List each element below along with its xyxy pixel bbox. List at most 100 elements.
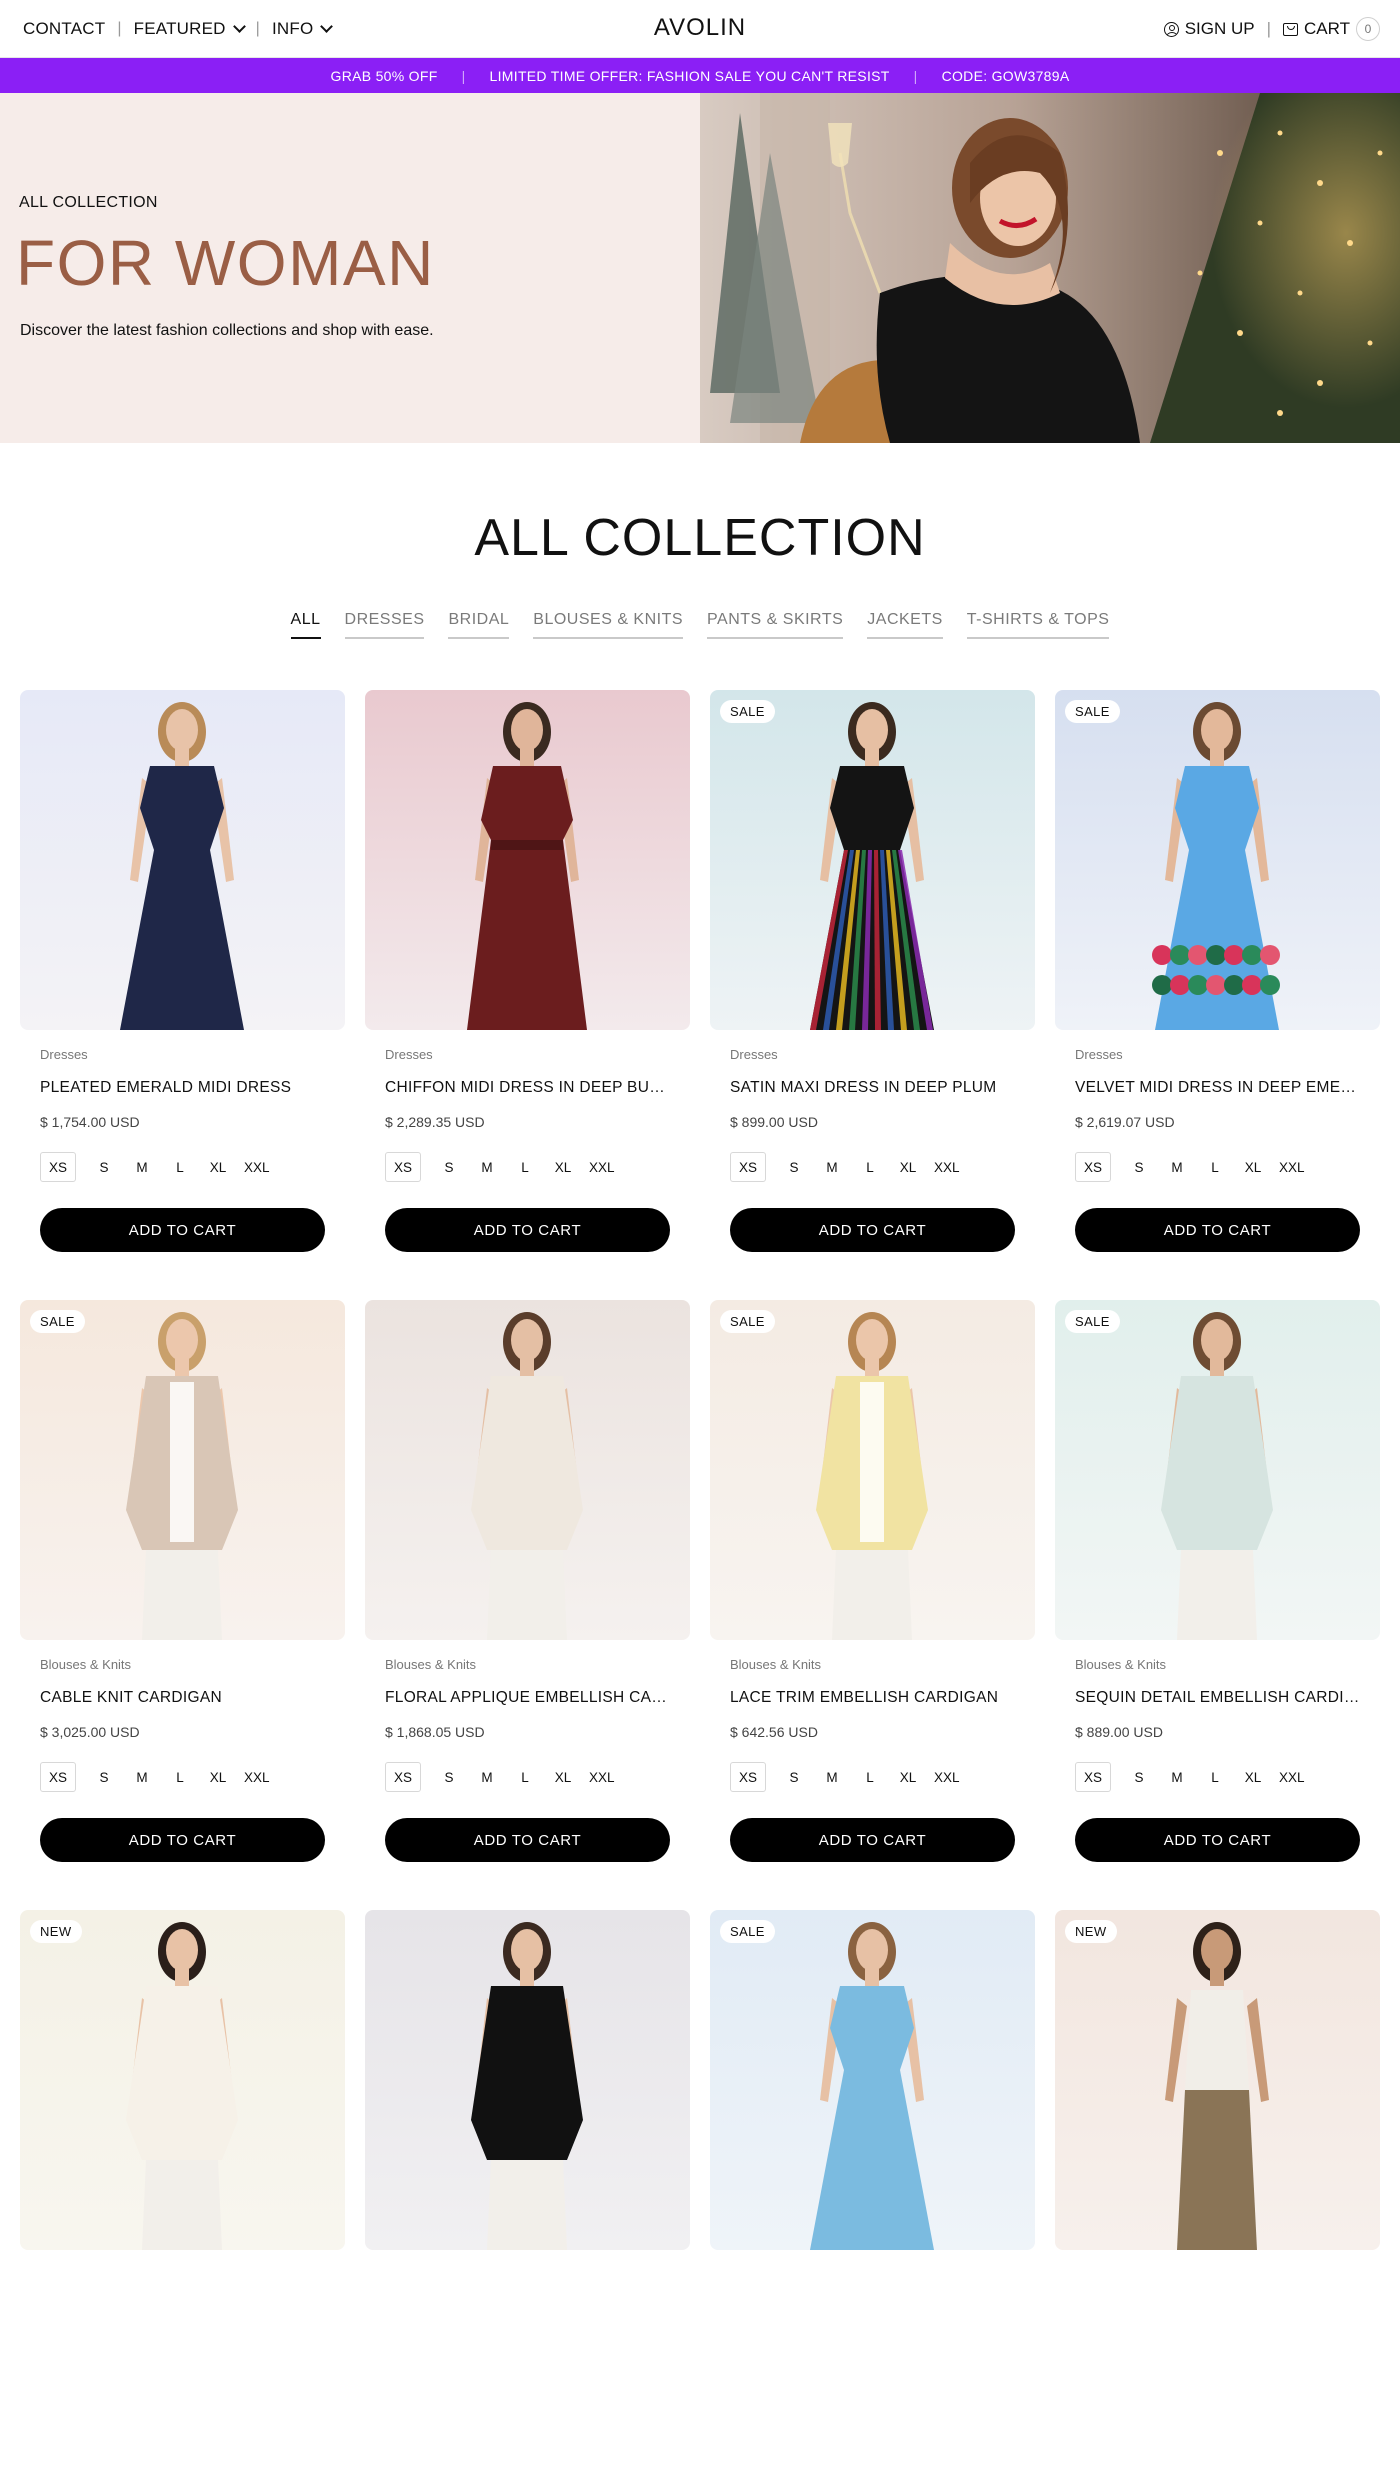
size-option-xxl[interactable]: XXL [238, 1152, 276, 1182]
size-option-s[interactable]: S [86, 1152, 122, 1182]
tab-jackets[interactable]: JACKETS [867, 611, 943, 639]
nav-info-menu[interactable]: INFO [272, 19, 334, 39]
size-option-s[interactable]: S [776, 1152, 812, 1182]
product-image[interactable]: SALE [710, 1910, 1035, 2250]
product-image[interactable] [365, 690, 690, 1030]
size-option-xl[interactable]: XL [545, 1762, 581, 1792]
size-option-m[interactable]: M [814, 1762, 850, 1792]
product-image[interactable] [365, 1910, 690, 2250]
size-option-xs[interactable]: XS [385, 1152, 421, 1182]
size-option-xxl[interactable]: XXL [583, 1762, 621, 1792]
size-option-s[interactable]: S [431, 1762, 467, 1792]
size-option-xs[interactable]: XS [385, 1762, 421, 1792]
hero-subtitle: ALL COLLECTION [19, 194, 158, 211]
size-option-l[interactable]: L [852, 1152, 888, 1182]
add-to-cart-button[interactable]: ADD TO CART [385, 1208, 670, 1252]
product-image[interactable]: SALE [1055, 1300, 1380, 1640]
product-image[interactable]: SALE [710, 690, 1035, 1030]
size-option-xs[interactable]: XS [1075, 1762, 1111, 1792]
size-option-m[interactable]: M [814, 1152, 850, 1182]
size-option-xl[interactable]: XL [200, 1762, 236, 1792]
product-name[interactable]: CHIFFON MIDI DRESS IN DEEP BURGUNDY [385, 1079, 675, 1097]
size-option-l[interactable]: L [507, 1762, 543, 1792]
product-image[interactable]: SALE [710, 1300, 1035, 1640]
size-option-xl[interactable]: XL [1235, 1762, 1271, 1792]
product-category: Blouses & Knits [730, 1657, 822, 1672]
product-image[interactable]: NEW [1055, 1910, 1380, 2250]
sign-up-link[interactable]: SIGN UP [1163, 19, 1255, 39]
sign-up-label: SIGN UP [1184, 19, 1255, 38]
brand-logo[interactable]: AVOLIN [654, 14, 746, 41]
add-to-cart-button[interactable]: ADD TO CART [385, 1818, 670, 1862]
tab-bridal[interactable]: BRIDAL [448, 611, 510, 639]
size-option-xxl[interactable]: XXL [928, 1152, 966, 1182]
size-option-s[interactable]: S [1121, 1152, 1157, 1182]
add-to-cart-button[interactable]: ADD TO CART [1075, 1818, 1360, 1862]
product-photo-illustration [1055, 1910, 1380, 2250]
product-image[interactable] [365, 1300, 690, 1640]
chevron-down-icon [232, 20, 246, 33]
size-option-m[interactable]: M [1159, 1152, 1195, 1182]
size-option-l[interactable]: L [162, 1762, 198, 1792]
size-option-m[interactable]: M [1159, 1762, 1195, 1792]
size-option-xs[interactable]: XS [730, 1152, 766, 1182]
size-option-s[interactable]: S [776, 1762, 812, 1792]
tab-blouses-knits[interactable]: BLOUSES & KNITS [533, 611, 684, 639]
size-option-xxl[interactable]: XXL [1273, 1152, 1311, 1182]
nav-featured-menu[interactable]: FEATURED [134, 19, 246, 39]
size-option-l[interactable]: L [1197, 1762, 1233, 1792]
size-option-l[interactable]: L [507, 1152, 543, 1182]
product-image[interactable] [20, 690, 345, 1030]
product-image[interactable]: SALE [1055, 690, 1380, 1030]
tab-pants-skirts[interactable]: PANTS & SKIRTS [707, 611, 844, 639]
tab-tshirts-tops[interactable]: T-SHIRTS & TOPS [966, 611, 1110, 639]
size-option-m[interactable]: M [124, 1762, 160, 1792]
product-name[interactable]: SATIN MAXI DRESS IN DEEP PLUM [730, 1079, 1020, 1097]
size-option-m[interactable]: M [124, 1152, 160, 1182]
size-option-xxl[interactable]: XXL [238, 1762, 276, 1792]
size-option-xl[interactable]: XL [200, 1152, 236, 1182]
add-to-cart-button[interactable]: ADD TO CART [730, 1818, 1015, 1862]
product-photo-illustration [710, 1910, 1035, 2250]
product-name[interactable]: FLORAL APPLIQUE EMBELLISH CARDIGAN [385, 1689, 675, 1707]
cart-link[interactable]: CART 0 [1283, 17, 1380, 41]
product-card: SALE Blouses & Knits SEQUIN DETAIL EMBELLI… [1055, 1300, 1380, 1870]
size-option-xl[interactable]: XL [545, 1152, 581, 1182]
size-option-xxl[interactable]: XXL [928, 1762, 966, 1792]
size-option-xxl[interactable]: XXL [583, 1152, 621, 1182]
size-option-s[interactable]: S [86, 1762, 122, 1792]
size-option-s[interactable]: S [431, 1152, 467, 1182]
tab-dresses[interactable]: DRESSES [344, 611, 425, 639]
product-category: Dresses [1075, 1047, 1123, 1062]
product-image[interactable]: NEW [20, 1910, 345, 2250]
product-image[interactable]: SALE [20, 1300, 345, 1640]
size-option-l[interactable]: L [162, 1152, 198, 1182]
size-option-xl[interactable]: XL [890, 1762, 926, 1792]
product-name[interactable]: LACE TRIM EMBELLISH CARDIGAN [730, 1689, 1020, 1707]
add-to-cart-button[interactable]: ADD TO CART [1075, 1208, 1360, 1252]
size-option-l[interactable]: L [1197, 1152, 1233, 1182]
size-option-xs[interactable]: XS [40, 1152, 76, 1182]
tab-all[interactable]: ALL [290, 611, 321, 639]
product-price: $ 1,868.05 USD [385, 1724, 485, 1740]
add-to-cart-button[interactable]: ADD TO CART [40, 1818, 325, 1862]
size-option-xxl[interactable]: XXL [1273, 1762, 1311, 1792]
size-option-xs[interactable]: XS [730, 1762, 766, 1792]
size-option-xs[interactable]: XS [40, 1762, 76, 1792]
product-name[interactable]: CABLE KNIT CARDIGAN [40, 1689, 330, 1707]
nav-contact-link[interactable]: CONTACT [23, 19, 105, 39]
product-name[interactable]: SEQUIN DETAIL EMBELLISH CARDIGAN [1075, 1689, 1365, 1707]
add-to-cart-button[interactable]: ADD TO CART [40, 1208, 325, 1252]
size-option-s[interactable]: S [1121, 1762, 1157, 1792]
size-option-l[interactable]: L [852, 1762, 888, 1792]
size-option-xl[interactable]: XL [1235, 1152, 1271, 1182]
hero-description: Discover the latest fashion collections … [20, 322, 434, 339]
nav-divider: | [1266, 19, 1272, 38]
product-name[interactable]: PLEATED EMERALD MIDI DRESS [40, 1079, 330, 1097]
product-name[interactable]: VELVET MIDI DRESS IN DEEP EMERALD [1075, 1079, 1365, 1097]
size-option-xs[interactable]: XS [1075, 1152, 1111, 1182]
add-to-cart-button[interactable]: ADD TO CART [730, 1208, 1015, 1252]
size-option-m[interactable]: M [469, 1152, 505, 1182]
size-option-m[interactable]: M [469, 1762, 505, 1792]
size-option-xl[interactable]: XL [890, 1152, 926, 1182]
